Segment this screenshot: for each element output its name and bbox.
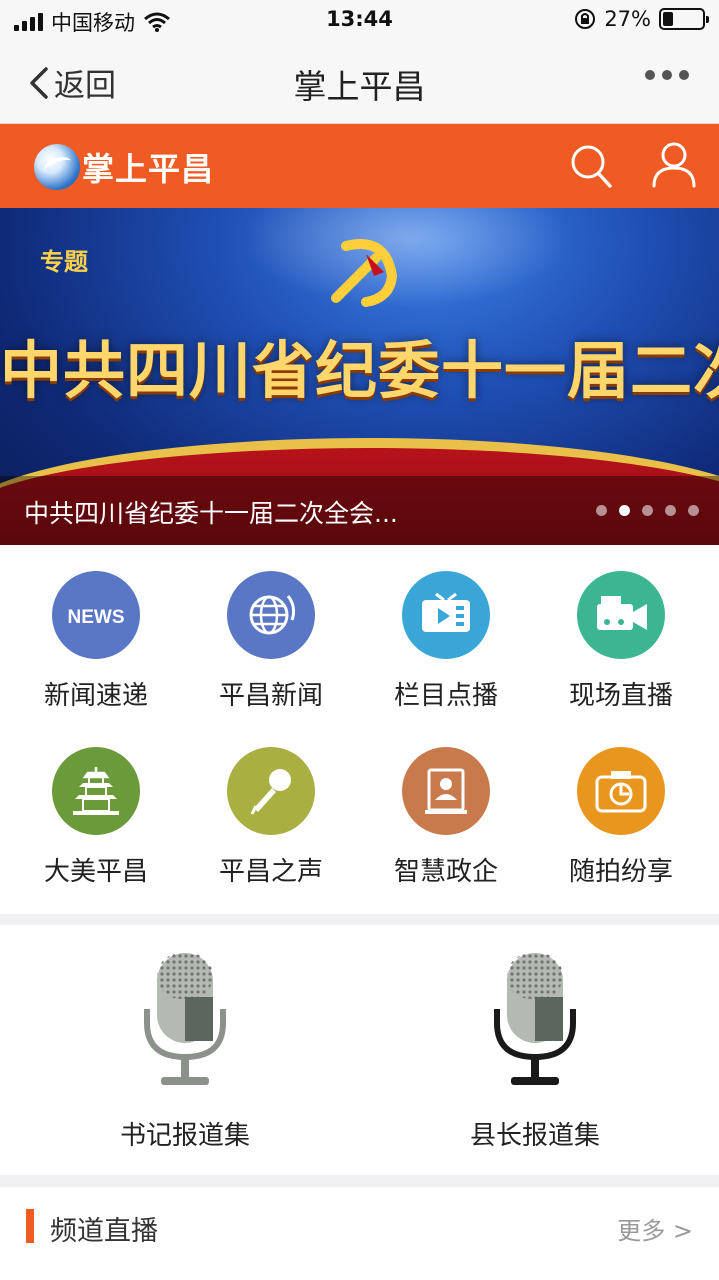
camera-icon bbox=[577, 747, 665, 835]
grid-item[interactable]: 平昌之声 bbox=[181, 721, 361, 887]
grid-item[interactable]: NEWS 新闻速递 bbox=[6, 545, 186, 711]
grid-item-label: 随拍纷享 bbox=[568, 857, 673, 887]
microphone-icon bbox=[227, 747, 315, 835]
microphone-icon bbox=[144, 953, 226, 1085]
more-link[interactable]: 更多 > bbox=[617, 1211, 693, 1246]
battery-icon bbox=[659, 8, 709, 30]
news-icon: NEWS bbox=[52, 571, 140, 659]
app-header: 掌上平昌 bbox=[0, 124, 719, 208]
logo-mark-icon bbox=[34, 144, 80, 190]
battery-percent: 27% bbox=[604, 7, 651, 31]
grid-item-label: 平昌之声 bbox=[218, 857, 323, 887]
channel-section-header: 频道直播 更多 > bbox=[0, 1187, 719, 1280]
banner-glow bbox=[240, 208, 570, 308]
banner-caption: 中共四川省纪委十一届二次全会... bbox=[24, 499, 398, 528]
carousel-indicator bbox=[596, 505, 699, 516]
grid-item[interactable]: 大美平昌 bbox=[6, 721, 186, 887]
grid-item-label: 新闻速递 bbox=[43, 681, 148, 711]
app-logo: 掌上平昌 bbox=[34, 144, 214, 190]
pagoda-icon bbox=[52, 747, 140, 835]
report-card-county-head[interactable]: 县长报道集 bbox=[385, 925, 685, 1175]
report-label-county-head: 县长报道集 bbox=[469, 1121, 600, 1151]
status-right: 27% bbox=[574, 7, 709, 31]
section-accent-bar bbox=[26, 1209, 34, 1243]
report-card-secretary[interactable]: 书记报道集 bbox=[35, 925, 335, 1175]
party-emblem-icon bbox=[331, 239, 398, 307]
grid-item-label: 智慧政企 bbox=[393, 857, 498, 887]
section-title: 频道直播 bbox=[50, 1216, 158, 1247]
grid-item[interactable]: 平昌新闻 bbox=[181, 545, 361, 711]
carousel-dot[interactable] bbox=[665, 505, 676, 516]
user-icon[interactable] bbox=[650, 140, 698, 190]
banner-carousel[interactable]: 专题 中共四川省纪委十一届二次全会 中共四川省纪委十一届二次全会... bbox=[0, 208, 719, 545]
more-options-button[interactable] bbox=[645, 70, 689, 80]
grid-item-label: 现场直播 bbox=[568, 681, 673, 711]
status-bar: 中国移动 13:44 27% bbox=[0, 0, 719, 40]
reports-section: 书记报道集 县长报道集 bbox=[0, 925, 719, 1175]
grid-item[interactable]: 栏目点播 bbox=[356, 545, 536, 711]
page-title: 掌上平昌 bbox=[293, 67, 426, 106]
orientation-lock-icon bbox=[575, 9, 596, 29]
portrait-frame-icon bbox=[402, 747, 490, 835]
carousel-dot[interactable] bbox=[642, 505, 653, 516]
microphone-icon bbox=[494, 953, 576, 1085]
grid-item[interactable]: 智慧政企 bbox=[356, 721, 536, 887]
grid-item-label: 平昌新闻 bbox=[218, 681, 323, 711]
grid-item-label: 大美平昌 bbox=[43, 857, 148, 887]
video-camera-icon bbox=[577, 571, 665, 659]
banner-headline: 中共四川省纪委十一届二次全会 bbox=[0, 334, 719, 407]
carousel-dot[interactable] bbox=[688, 505, 699, 516]
tv-play-icon bbox=[402, 571, 490, 659]
banner-tag: 专题 bbox=[40, 248, 88, 276]
carousel-dot[interactable] bbox=[619, 505, 630, 516]
nav-bar: 返回 掌上平昌 bbox=[0, 40, 719, 124]
search-icon[interactable] bbox=[568, 142, 614, 190]
report-label-secretary: 书记报道集 bbox=[119, 1121, 250, 1151]
carousel-dot[interactable] bbox=[596, 505, 607, 516]
grid-item[interactable]: 随拍纷享 bbox=[531, 721, 711, 887]
logo-text: 掌上平昌 bbox=[82, 150, 215, 188]
grid-item-label: 栏目点播 bbox=[393, 681, 498, 711]
feature-grid: NEWS 新闻速递 平昌新闻 栏目点播 现场直播大美平昌 平昌之声 智慧政企 随拍纷享 bbox=[0, 545, 719, 914]
svg-text:NEWS: NEWS bbox=[68, 607, 125, 628]
globe-icon bbox=[227, 571, 315, 659]
grid-item[interactable]: 现场直播 bbox=[531, 545, 711, 711]
